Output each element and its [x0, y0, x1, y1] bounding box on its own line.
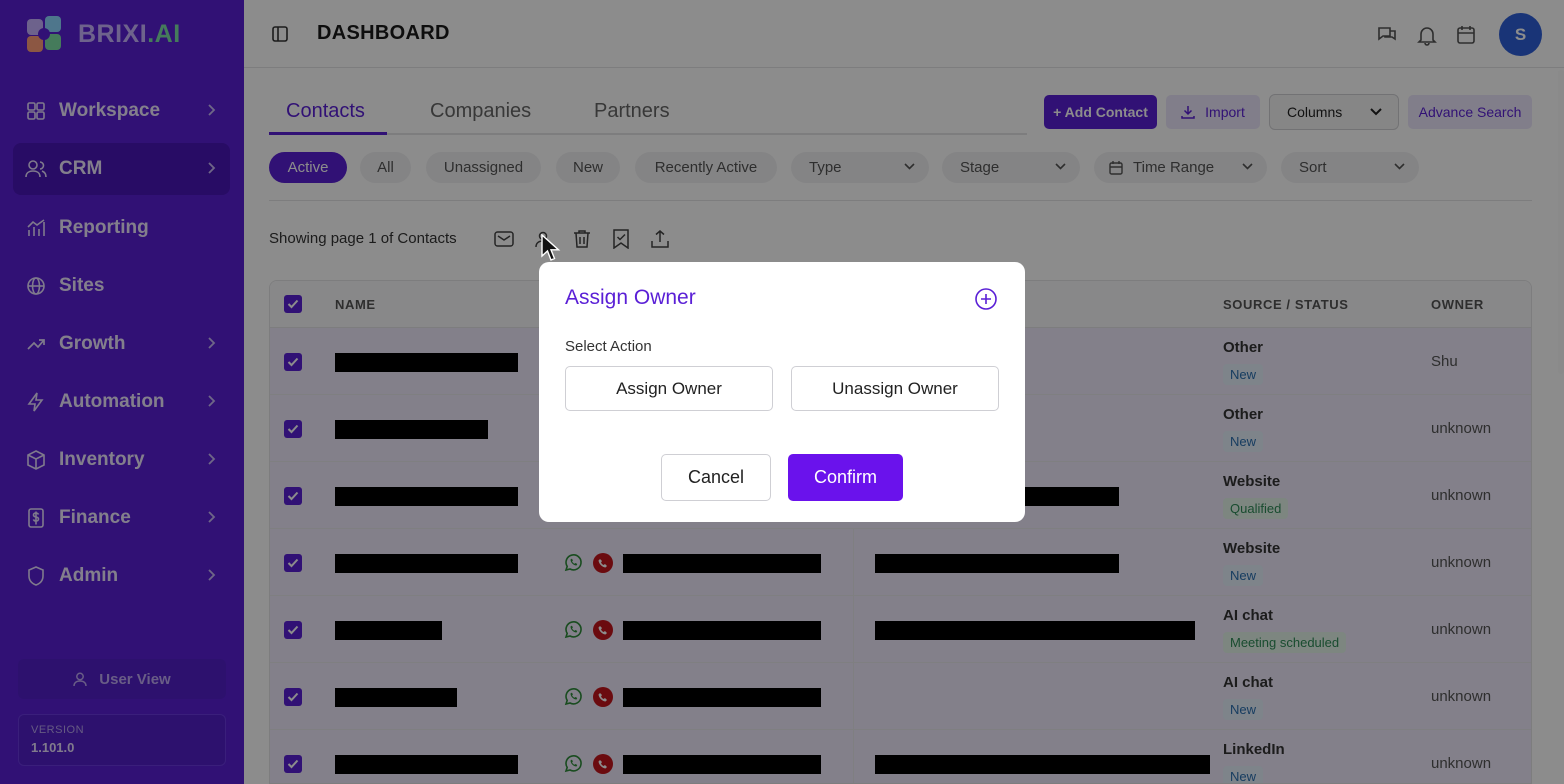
confirm-button[interactable]: Confirm — [788, 454, 903, 501]
assign-owner-modal: Assign Owner Select Action Assign Owner … — [539, 262, 1025, 522]
select-action-label: Select Action — [565, 338, 652, 355]
modal-title: Assign Owner — [565, 286, 696, 309]
mouse-cursor-icon — [541, 234, 561, 261]
unassign-owner-option-button[interactable]: Unassign Owner — [791, 366, 999, 411]
scrollbar[interactable] — [1558, 70, 1564, 374]
cancel-button[interactable]: Cancel — [661, 454, 771, 501]
plus-circle-icon[interactable] — [974, 287, 998, 311]
assign-owner-option-button[interactable]: Assign Owner — [565, 366, 773, 411]
